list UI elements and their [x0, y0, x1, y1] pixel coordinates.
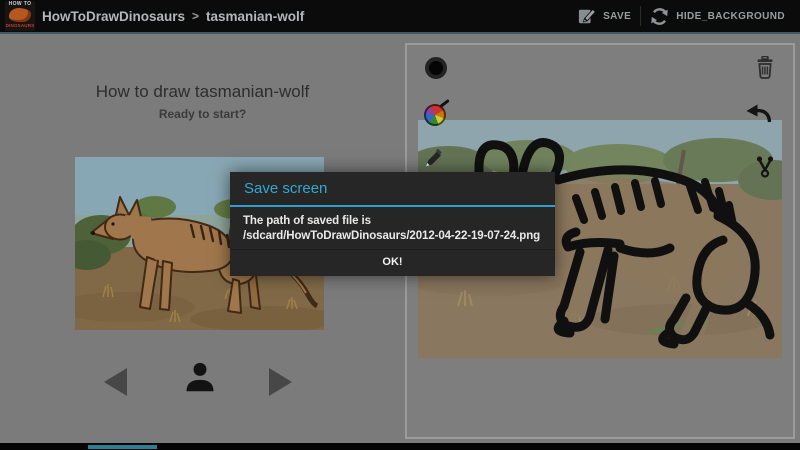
next-arrow-icon[interactable]	[269, 368, 292, 396]
dialog-title: Save screen	[244, 180, 328, 197]
app-icon-bottom-text: DINOSAURS	[5, 23, 35, 28]
person-silhouette	[186, 362, 214, 392]
share-glyph	[756, 156, 774, 178]
breadcrumb-separator: >	[192, 9, 200, 23]
hide-background-button-label: HIDE_BACKGROUND	[676, 10, 785, 22]
refresh-icon	[651, 7, 668, 25]
person-icon[interactable]	[181, 358, 219, 396]
breadcrumb-page: tasmanian-wolf	[206, 8, 305, 24]
ok-button[interactable]: OK!	[323, 250, 463, 275]
share-icon[interactable]	[755, 155, 775, 184]
breadcrumb-app: HowToDrawDinosaurs	[42, 8, 186, 24]
pencil-glyph	[426, 149, 442, 167]
actionbar-actions: SAVE HIDE_BACKGROUND	[569, 0, 794, 32]
brush-size-icon[interactable]	[425, 57, 447, 79]
dinosaur-icon	[9, 8, 31, 22]
color-picker-icon[interactable]	[424, 98, 450, 126]
dialog-message-line1: The path of saved file is	[243, 215, 371, 227]
dialog-button-bar: OK!	[230, 249, 555, 276]
previous-arrow-icon[interactable]	[104, 368, 127, 396]
hide-background-button[interactable]: HIDE_BACKGROUND	[641, 0, 794, 32]
save-button-label: SAVE	[603, 10, 632, 22]
save-button[interactable]: SAVE	[569, 0, 640, 32]
dialog-message: The path of saved file is /sdcard/HowToD…	[230, 207, 555, 249]
undo-icon[interactable]	[744, 103, 772, 128]
trash-glyph	[757, 55, 773, 79]
app-icon-top-text: HOW TO	[8, 1, 32, 7]
pencil-pad-icon	[579, 8, 597, 24]
dialog-message-line2: /sdcard/HowToDrawDinosaurs/2012-04-22-19…	[243, 229, 541, 242]
page-title: How to draw tasmanian-wolf	[95, 82, 310, 101]
undo-glyph	[746, 104, 772, 123]
trash-icon[interactable]	[755, 55, 775, 84]
app-icon[interactable]: HOW TO DINOSAURS	[5, 1, 35, 31]
save-screen-dialog: Save screen The path of saved file is /s…	[230, 172, 555, 276]
action-bar: HOW TO DINOSAURS HowToDrawDinosaurs > ta…	[0, 0, 800, 32]
breadcrumb: HowToDrawDinosaurs > tasmanian-wolf	[42, 0, 304, 32]
page-subtitle: Ready to start?	[158, 107, 247, 121]
actionbar-underline	[0, 32, 800, 34]
progress-strip	[88, 445, 157, 449]
pencil-tool-icon[interactable]	[423, 149, 443, 174]
